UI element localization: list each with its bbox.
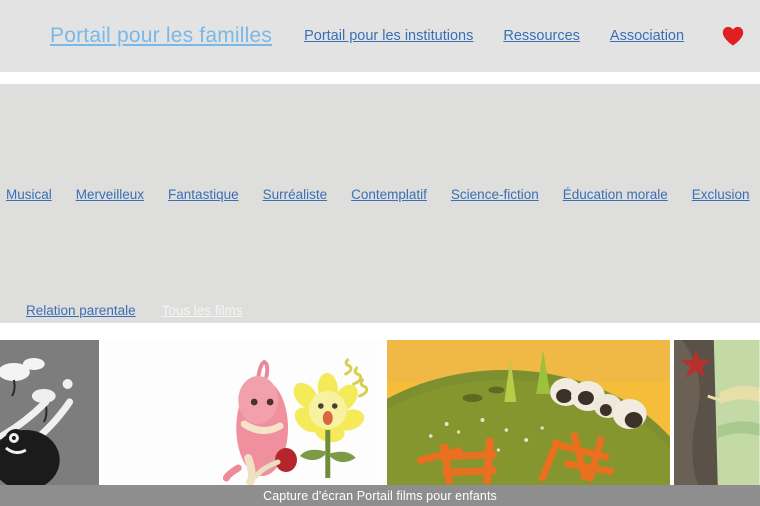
nav-link-institutions[interactable]: Portail pour les institutions <box>304 28 473 44</box>
screenshot-caption-bar: Capture d'écran Portail films pour enfan… <box>0 485 760 506</box>
tag-row-two: nie Relation parentale Tous les films <box>0 298 760 323</box>
film-card[interactable] <box>0 340 100 506</box>
tag-tous-les-films[interactable]: Tous les films <box>162 303 243 318</box>
nav-link-association[interactable]: Association <box>610 28 684 44</box>
bw-figure-art <box>0 340 100 485</box>
film-thumbnail[interactable] <box>674 340 760 485</box>
header-spacer <box>0 72 760 84</box>
tag-contemplatif[interactable]: Contemplatif <box>351 187 427 202</box>
film-thumbnail[interactable] <box>0 340 100 485</box>
film-card[interactable] <box>386 340 671 506</box>
tag-fantastique[interactable]: Fantastique <box>168 187 239 202</box>
heart-icon[interactable] <box>720 23 746 49</box>
sausage-flower-art <box>103 340 383 485</box>
film-thumbnail[interactable] <box>103 340 383 485</box>
site-header: Portail pour les familles Portail pour l… <box>0 0 760 72</box>
brand-link[interactable]: Portail pour les familles <box>50 24 272 48</box>
tag-merveilleux[interactable]: Merveilleux <box>76 187 144 202</box>
nav-link-ressources[interactable]: Ressources <box>503 28 580 44</box>
tag-row-one: Musical Merveilleux Fantastique Surréali… <box>0 90 760 298</box>
film-card[interactable] <box>674 340 760 506</box>
tree-field-art <box>674 340 760 485</box>
sheep-hill-art <box>386 340 671 485</box>
film-thumbnail[interactable] <box>386 340 671 485</box>
main-nav: Portail pour les institutions Ressources… <box>304 28 720 44</box>
tag-filter-bar: Musical Merveilleux Fantastique Surréali… <box>0 84 760 323</box>
tag-surrealiste[interactable]: Surréaliste <box>263 187 328 202</box>
tag-exclusion[interactable]: Exclusion <box>692 187 750 202</box>
tag-education-morale[interactable]: Éducation morale <box>563 187 668 202</box>
caption-text: Capture d'écran Portail films pour enfan… <box>263 488 497 503</box>
film-card[interactable] <box>103 340 383 506</box>
tag-science-fiction[interactable]: Science-fiction <box>451 187 539 202</box>
film-row-two <box>0 340 760 506</box>
tag-musical[interactable]: Musical <box>6 187 52 202</box>
tag-relation-parentale[interactable]: Relation parentale <box>26 303 136 318</box>
